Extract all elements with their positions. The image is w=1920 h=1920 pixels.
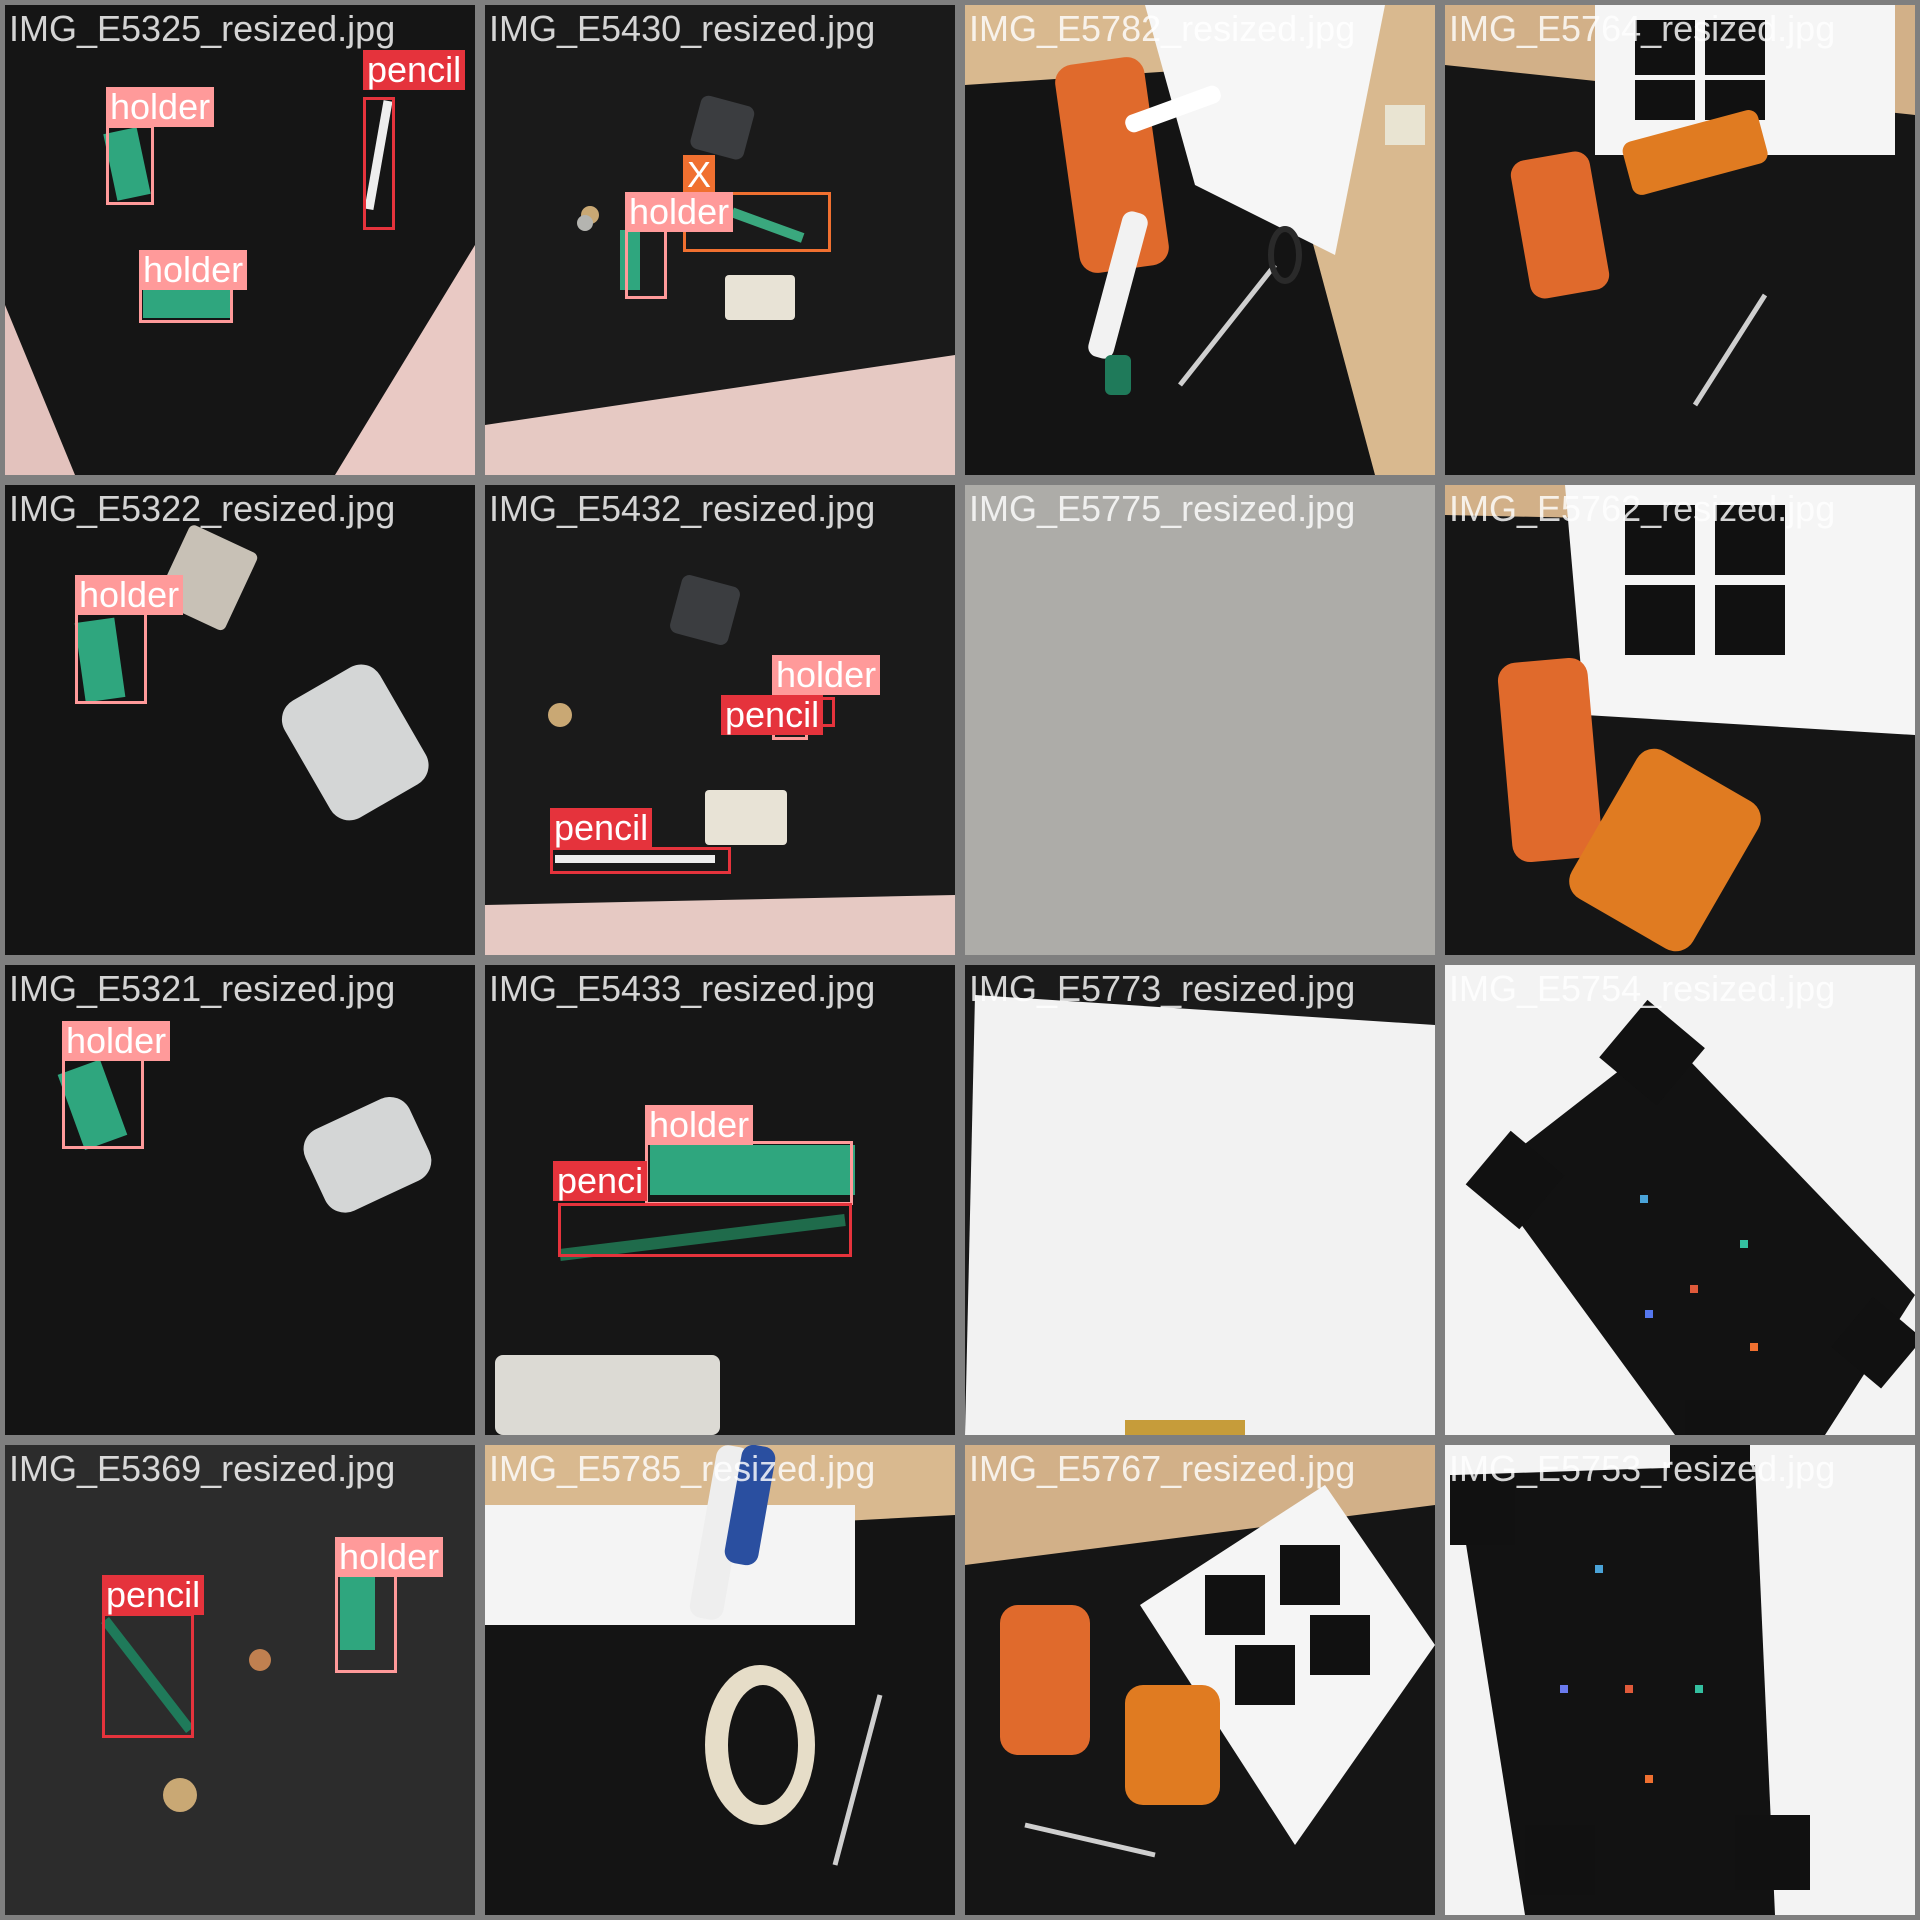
tile-10: IMG_E5433_resized.jpg holder penci: [485, 965, 955, 1435]
photo-desk-phone-scissors: [965, 5, 1435, 475]
label-x: X: [683, 155, 716, 195]
label-holder: holder: [75, 575, 184, 615]
photo-markers-phone-car: [1445, 485, 1915, 955]
bbox-pencil: [363, 97, 395, 230]
photo-dark-mat-case: [5, 485, 475, 955]
label-holder: holder: [625, 192, 734, 232]
bbox-holder: [75, 610, 147, 704]
label-holder: holder: [335, 1537, 444, 1577]
tile-6: IMG_E5432_resized.jpg holder pencil penc…: [485, 485, 955, 955]
tile-16: IMG_E5753_resized.jpg: [1445, 1445, 1915, 1915]
photo-markers-toy-car: [1445, 5, 1915, 475]
bbox-holder: [625, 227, 667, 299]
tile-2: IMG_E5430_resized.jpg X holder: [485, 5, 955, 475]
bbox-pencil: [550, 847, 731, 874]
photo-marker-tape-scissors: [485, 1445, 955, 1915]
photo-markers-phone-car: [965, 1445, 1435, 1915]
label-pencil: pencil: [721, 695, 824, 735]
tile-1: IMG_E5325_resized.jpg pencil holder hold…: [5, 5, 475, 475]
tile-7: IMG_E5775_resized.jpg: [965, 485, 1435, 955]
tile-12: IMG_E5754_resized.jpg: [1445, 965, 1915, 1435]
label-pencil: penci: [553, 1161, 648, 1201]
photo-aruco-board: [1445, 1445, 1915, 1915]
label-holder: holder: [62, 1021, 171, 1061]
bbox-holder: [62, 1057, 144, 1149]
tile-14: IMG_E5785_resized.jpg: [485, 1445, 955, 1915]
bbox-pencil: [558, 1203, 852, 1257]
tile-11: IMG_E5773_resized.jpg: [965, 965, 1435, 1435]
tile-9: IMG_E5321_resized.jpg holder: [5, 965, 475, 1435]
bbox-holder: [645, 1141, 853, 1205]
tile-13: IMG_E5369_resized.jpg pencil holder: [5, 1445, 475, 1915]
tile-15: IMG_E5767_resized.jpg: [965, 1445, 1435, 1915]
photo-grey-mat-pencil-coins: [5, 1445, 475, 1915]
bbox-holder: [139, 287, 233, 323]
label-pencil: pencil: [102, 1575, 205, 1615]
photo-dark-mat-pencils: [485, 485, 955, 955]
bbox-holder: [106, 125, 154, 205]
tile-8: IMG_E5762_resized.jpg: [1445, 485, 1915, 955]
bbox-holder: [335, 1573, 397, 1673]
label-holder: holder: [139, 250, 248, 290]
label-holder: holder: [645, 1105, 754, 1145]
tile-5: IMG_E5322_resized.jpg holder: [5, 485, 475, 955]
label-holder: holder: [106, 87, 215, 127]
image-mosaic: IMG_E5325_resized.jpg pencil holder hold…: [0, 0, 1920, 1920]
label-pencil: pencil: [550, 808, 653, 848]
bbox-pencil: [102, 1613, 194, 1738]
photo-white-sheet: [965, 965, 1435, 1435]
tile-3: IMG_E5782_resized.jpg: [965, 5, 1435, 475]
label-pencil: pencil: [363, 50, 466, 90]
photo-aruco-board: [1445, 965, 1915, 1435]
tile-4: IMG_E5764_resized.jpg: [1445, 5, 1915, 475]
photo-textured-wall: [965, 485, 1435, 955]
label-holder: holder: [772, 655, 881, 695]
